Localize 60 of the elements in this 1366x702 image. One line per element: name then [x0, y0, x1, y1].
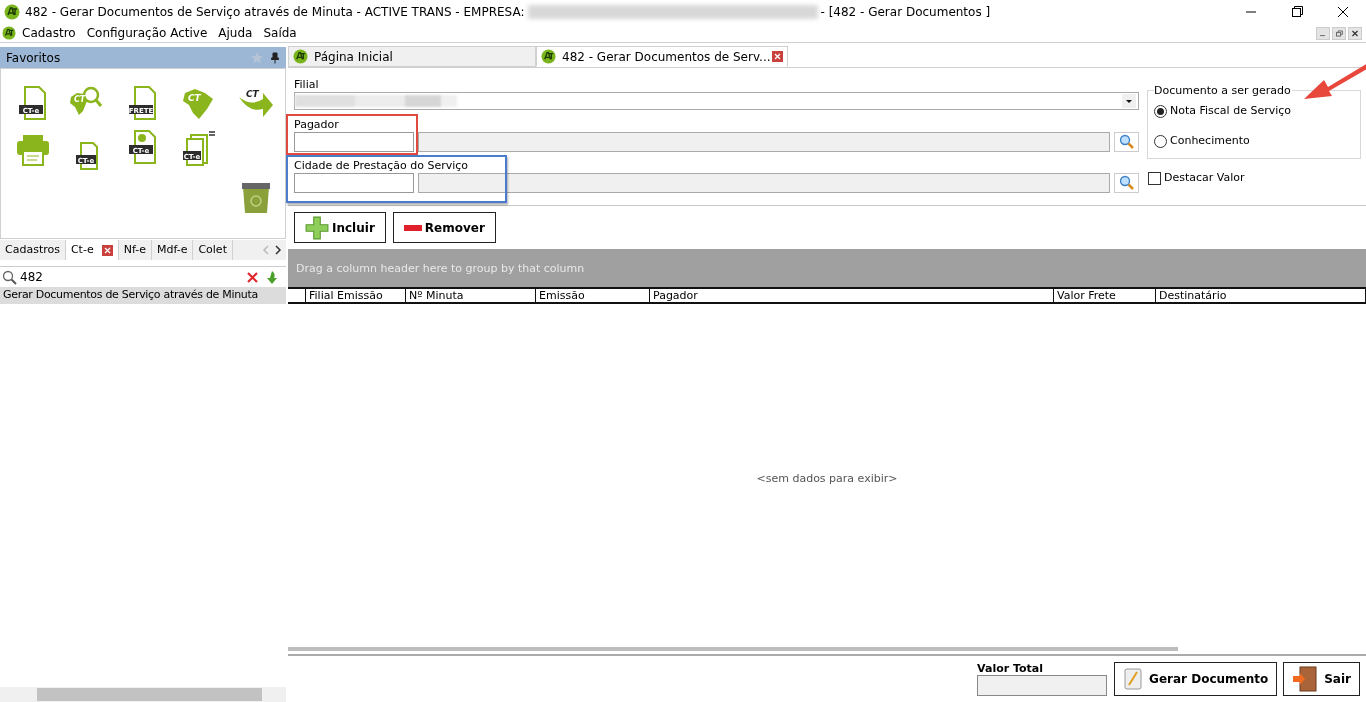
column-header[interactable]: Valor Frete	[1054, 289, 1156, 302]
chevron-right-icon[interactable]	[275, 245, 282, 255]
close-icon[interactable]	[772, 51, 783, 62]
checkbox-label: Destacar Valor	[1164, 170, 1245, 186]
window-title: 482 - Gerar Documentos de Serviço através de Minuta - ACTIVE TRANS - EMPRESA:	[25, 4, 525, 21]
notepad-icon	[1123, 668, 1144, 690]
horizontal-scrollbar[interactable]	[0, 687, 286, 702]
menu-item[interactable]: Ajuda	[218, 24, 253, 42]
description-input[interactable]	[418, 132, 1110, 152]
generate-button[interactable]: Gerar Documento	[1114, 662, 1278, 696]
down-arrow-icon[interactable]	[266, 269, 278, 285]
clear-icon[interactable]	[247, 271, 258, 283]
menu-item[interactable]: Cadastro	[22, 24, 76, 42]
field-label: Filial	[294, 78, 320, 92]
window-title: - [482 - Gerar Documentos ]	[820, 4, 991, 21]
column-header[interactable]: Filial Emissão	[306, 289, 406, 302]
search-icon	[2, 269, 17, 285]
sidebar-title: Favoritos	[6, 49, 61, 67]
document-tab[interactable]: Página Inicial	[288, 46, 536, 67]
document-tab[interactable]: 482 - Gerar Documentos de Serv...	[536, 46, 788, 67]
menu-item[interactable]: Saída	[263, 24, 297, 42]
close-icon[interactable]	[101, 244, 113, 256]
app-logo-icon	[2, 26, 16, 40]
radio-option[interactable]: Nota Fiscal de Serviço	[1154, 104, 1360, 119]
pin-icon[interactable]	[270, 51, 280, 64]
column-header[interactable]: Nº Minuta	[406, 289, 536, 302]
radio-button[interactable]	[1154, 105, 1167, 118]
group-by-panel: Drag a column header here to group by that column	[288, 249, 1366, 287]
app-logo-icon	[293, 49, 308, 64]
remove-button[interactable]: Remover	[392, 212, 496, 243]
star-icon[interactable]	[250, 50, 264, 65]
panel-tab[interactable]: Ct-e	[65, 240, 119, 260]
column-header[interactable]: Destinatário	[1156, 289, 1366, 302]
column-header[interactable]: Emissão	[536, 289, 650, 302]
close-icon[interactable]	[1348, 26, 1362, 40]
field-label: Valor Total	[977, 662, 1045, 675]
code-input[interactable]	[294, 173, 414, 193]
radio-option[interactable]: Conhecimento	[1154, 134, 1360, 149]
door-exit-icon	[1292, 666, 1319, 692]
column-header[interactable]: Pagador	[650, 289, 1054, 302]
checkbox[interactable]	[1148, 171, 1161, 185]
menu-item[interactable]: Configuração Active	[86, 24, 208, 42]
field-label: Cidade de Prestação do Serviço	[294, 158, 470, 173]
minus-icon	[403, 224, 422, 231]
result-item[interactable]: Gerar Documentos de Serviço através de Minuta	[0, 287, 286, 304]
minimize-icon[interactable]	[1316, 26, 1330, 40]
search-button[interactable]	[1114, 132, 1139, 152]
empty-message: <sem dados para exibir>	[756, 471, 898, 487]
app-logo-icon	[541, 49, 556, 64]
group-title: Documento a ser gerado	[1154, 84, 1292, 98]
plus-icon	[305, 215, 329, 240]
description-input[interactable]	[418, 173, 1110, 193]
code-input[interactable]	[294, 132, 414, 152]
app-logo-icon	[4, 4, 20, 20]
add-button[interactable]: Incluir	[294, 212, 386, 243]
exit-button[interactable]: Sair	[1283, 662, 1360, 696]
radio-button[interactable]	[1154, 135, 1167, 148]
field-label: Pagador	[294, 117, 340, 132]
search-button[interactable]	[1114, 173, 1139, 193]
total-field[interactable]	[977, 675, 1108, 696]
